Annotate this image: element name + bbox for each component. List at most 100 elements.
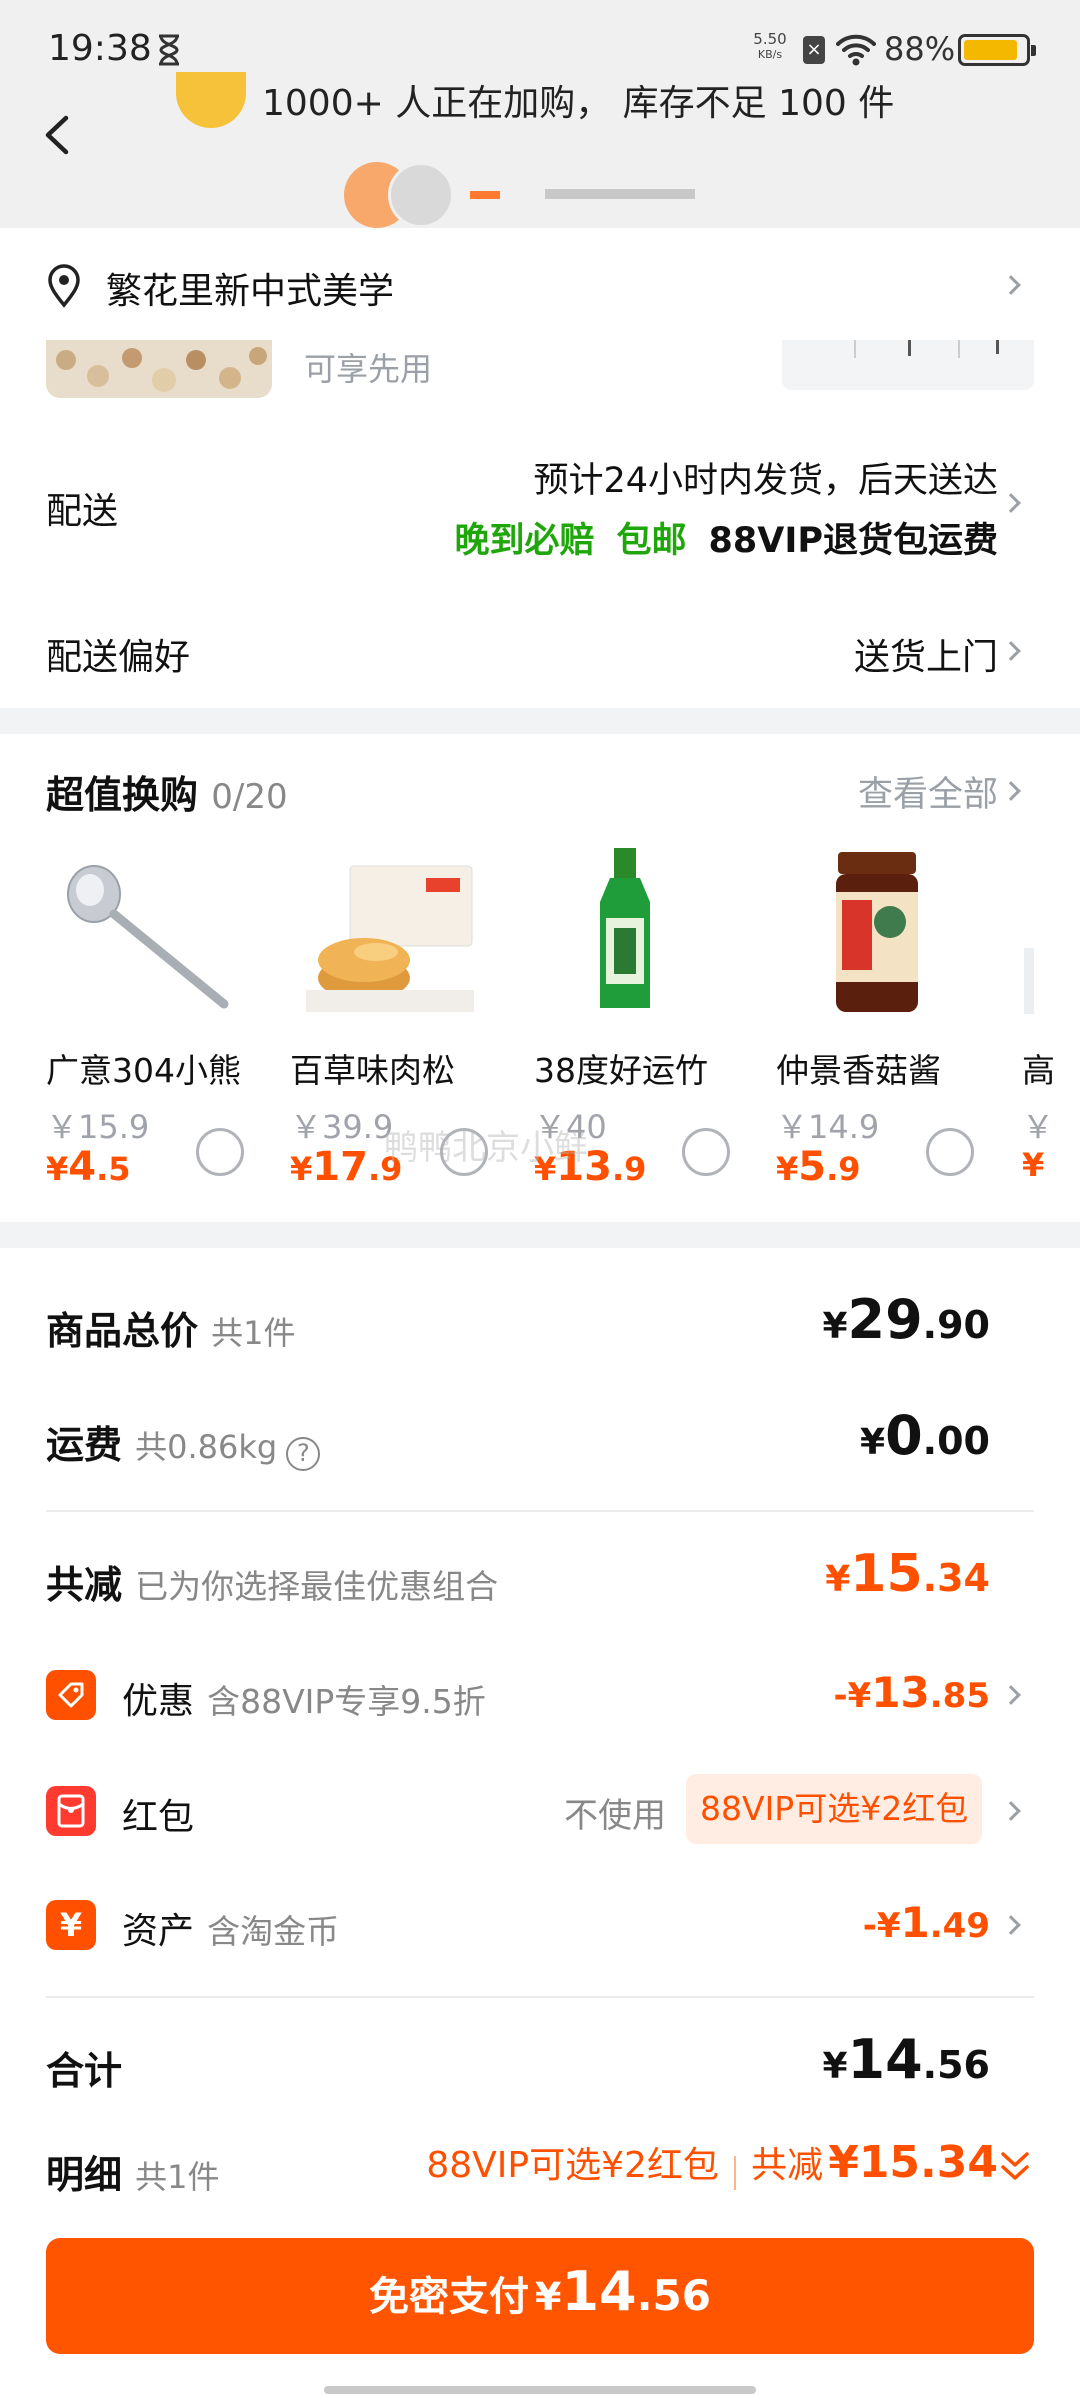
asset-row[interactable]: 资产 含淘金币 — [122, 1902, 339, 1954]
divider — [46, 1510, 1034, 1512]
delivery-card: 繁花里新中式美学 可享先用 配送 预计24小时内发货，后天送达 晚到必赔 包邮 88… — [0, 228, 1080, 708]
asset-yen-icon: ¥ — [46, 1900, 96, 1950]
asset-value[interactable]: -¥1.49 — [863, 1898, 990, 1947]
wifi-icon — [836, 34, 876, 66]
item-name-partial: 高 — [1022, 1051, 1055, 1090]
detail-reduce-value: ¥15.34 — [828, 2137, 998, 2188]
item-original-price-partial: ￥ — [1022, 1108, 1055, 1146]
item-sale-price-partial: ¥ — [1022, 1146, 1045, 1184]
reduction-label: 共减 — [46, 1563, 123, 1607]
item-original-price: ￥39.9 — [290, 1108, 394, 1146]
discount-label: 优惠 — [122, 1681, 195, 1722]
expand-chevron-icon[interactable] — [998, 2148, 1032, 2184]
preference-chevron-icon[interactable] — [1001, 641, 1021, 661]
status-time: 19:38 — [48, 28, 152, 69]
discount-row[interactable]: 优惠 含88VIP专享9.5折 — [122, 1672, 486, 1724]
stock-banner: 1000+ 人正在加购， 库存不足 100 件 — [262, 83, 895, 124]
exchange-count: 0/20 — [211, 777, 288, 817]
item-name: 38度好运竹 — [534, 1051, 708, 1090]
home-indicator — [324, 2386, 756, 2394]
item-select-radio[interactable] — [682, 1128, 730, 1176]
detail-row[interactable]: 明细 共1件 — [46, 2144, 219, 2199]
detail-count: 共1件 — [135, 2158, 220, 2196]
shipping-value: ¥0.00 — [860, 1404, 990, 1467]
item-image-sauce[interactable] — [832, 852, 922, 1012]
shipping-weight: 共0.86kg — [135, 1428, 278, 1466]
item-sale-price: ¥4.5 — [46, 1144, 131, 1190]
goods-total-row: 商品总价 共1件 — [46, 1300, 295, 1355]
detail-summary[interactable]: 88VIP可选¥2红包 共减 ¥15.34 — [426, 2136, 998, 2190]
product-thumbnail — [46, 340, 272, 398]
goods-count: 共1件 — [211, 1314, 296, 1352]
notification-icon: × — [803, 36, 825, 64]
delivery-estimate: 预计24小时内发货，后天送达 — [533, 461, 998, 501]
preference-label: 配送偏好 — [46, 637, 191, 678]
discount-chevron-icon[interactable] — [1001, 1685, 1021, 1705]
red-packet-label: 红包 — [122, 1797, 195, 1838]
address-chevron-icon[interactable] — [1001, 275, 1021, 295]
delivery-label: 配送 — [46, 491, 119, 532]
item-name: 百草味肉松 — [290, 1051, 455, 1090]
reduction-value: ¥15.34 — [825, 1544, 990, 1604]
banner-partial-text — [470, 184, 710, 228]
detail-vip-tag: 88VIP可选¥2红包 — [426, 2145, 719, 2186]
item-original-price: ￥15.9 — [46, 1108, 150, 1146]
delivery-tags: 晚到必赔 包邮 88VIP退货包运费 — [455, 512, 999, 563]
battery-icon — [958, 34, 1036, 66]
quantity-stepper[interactable] — [782, 340, 1034, 390]
summary-card: 商品总价 共1件 ¥29.90 运费 共0.86kg ? ¥0.00 共减 已为… — [0, 1248, 1080, 2400]
item-image-partial[interactable] — [1024, 948, 1034, 1014]
total-value: ¥14.56 — [822, 2028, 990, 2091]
item-select-radio[interactable] — [196, 1128, 244, 1176]
late-compensation-tag: 晚到必赔 — [454, 521, 595, 561]
divider — [46, 1996, 1034, 1998]
item-sale-price: ¥5.9 — [776, 1144, 861, 1190]
asset-note: 含淘金币 — [207, 1912, 340, 1951]
red-packet-vip-tag[interactable]: 88VIP可选¥2红包 — [686, 1774, 983, 1844]
view-all-link[interactable]: 查看全部 — [858, 766, 998, 817]
preference-value[interactable]: 送货上门 — [854, 628, 998, 680]
pay-button-label: 免密支付 — [368, 2274, 529, 2320]
item-image-spoon[interactable] — [46, 854, 236, 1014]
item-select-radio[interactable] — [926, 1128, 974, 1176]
detail-separator — [734, 2155, 736, 2190]
item-name: 仲景香菇酱 — [776, 1051, 941, 1090]
free-shipping-tag: 包邮 — [616, 521, 687, 561]
red-packet-chevron-icon[interactable] — [1001, 1801, 1021, 1821]
asset-label: 资产 — [122, 1911, 195, 1952]
exchange-card: 超值换购 0/20 查看全部 广意304小熊 百草味肉松 38度好运竹 仲景香菇… — [0, 734, 1080, 1222]
pay-button[interactable]: 免密支付 ¥14.56 — [46, 2238, 1034, 2354]
view-all-chevron-icon[interactable] — [1001, 781, 1021, 801]
help-icon[interactable]: ? — [286, 1436, 321, 1471]
item-image-pastry[interactable] — [306, 852, 474, 1012]
total-label: 合计 — [46, 2049, 123, 2093]
back-button[interactable] — [38, 112, 78, 158]
discount-value[interactable]: -¥13.85 — [834, 1668, 990, 1717]
discount-tag-icon — [46, 1670, 96, 1720]
item-image-liquor[interactable] — [580, 848, 670, 1014]
reduction-row: 共减 已为你选择最佳优惠组合 — [46, 1554, 498, 1609]
discount-note: 含88VIP专享9.5折 — [207, 1682, 486, 1721]
goods-total-value: ¥29.90 — [822, 1288, 990, 1351]
hourglass-icon — [156, 34, 182, 66]
detail-reduce-label: 共减 — [751, 2145, 824, 2186]
detail-label: 明细 — [46, 2153, 123, 2197]
red-packet-none[interactable]: 不使用 — [564, 1788, 666, 1837]
goods-total-label: 商品总价 — [46, 1309, 199, 1353]
shipping-label: 运费 — [46, 1423, 123, 1467]
red-packet-icon — [46, 1786, 96, 1836]
reduction-note: 已为你选择最佳优惠组合 — [135, 1567, 499, 1606]
watermark: 鸭鸭北京小鲜 — [384, 1128, 588, 1168]
asset-chevron-icon[interactable] — [1001, 1915, 1021, 1935]
item-original-price: ￥14.9 — [776, 1108, 880, 1146]
avatar-stack — [344, 162, 454, 228]
shipping-row: 运费 共0.86kg ? — [46, 1414, 321, 1471]
address-text[interactable]: 繁花里新中式美学 — [106, 262, 394, 314]
pay-button-amount: ¥14.56 — [534, 2260, 711, 2323]
net-speed: 5.50 KB/s — [753, 30, 787, 62]
vip-return-tag: 88VIP退货包运费 — [708, 521, 998, 561]
credit-note: 可享先用 — [304, 350, 433, 388]
exchange-title: 超值换购 0/20 — [46, 773, 288, 817]
location-icon — [46, 264, 82, 308]
delivery-chevron-icon[interactable] — [1001, 493, 1021, 513]
